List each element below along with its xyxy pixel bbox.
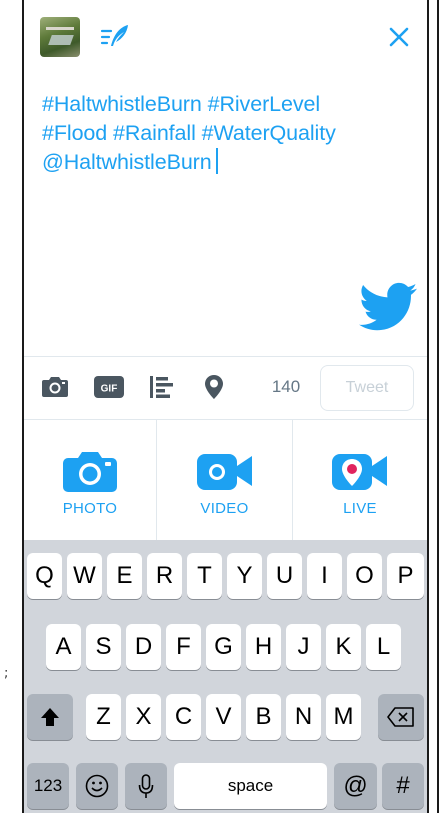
close-icon[interactable] [388,26,410,48]
dictation-key[interactable] [125,763,167,809]
tweet-button[interactable]: Tweet [320,365,414,411]
tweet-line-3: @HaltwhistleBurn [42,150,212,174]
emoji-key[interactable] [76,763,118,809]
media-options: PHOTO VIDEO LIVE [24,420,427,540]
key-n[interactable]: N [286,694,321,740]
frame-edge [437,0,439,813]
at-key[interactable]: @ [334,763,377,809]
microphone-icon [138,774,154,798]
key-q[interactable]: Q [27,553,62,599]
emoji-icon [85,774,109,798]
tweet-line-2: #Flood #Rainfall #WaterQuality [42,121,336,145]
key-k[interactable]: K [326,624,361,670]
key-o[interactable]: O [347,553,382,599]
key-v[interactable]: V [206,694,241,740]
key-t[interactable]: T [187,553,222,599]
shift-arrow-icon [41,708,59,726]
hash-key[interactable]: # [382,763,424,809]
tweet-line-1: #HaltwhistleBurn #RiverLevel [42,92,321,116]
live-broadcast-icon [332,454,387,490]
key-x[interactable]: X [126,694,161,740]
key-a[interactable]: A [46,624,81,670]
key-c[interactable]: C [166,694,201,740]
key-e[interactable]: E [107,553,142,599]
video-label: VIDEO [200,500,249,517]
compose-screen: #HaltwhistleBurn #RiverLevel #Flood #Rai… [22,0,429,813]
live-option[interactable]: LIVE [293,420,427,540]
svg-text:GIF: GIF [101,384,118,395]
key-p[interactable]: P [387,553,424,599]
shift-key[interactable] [27,694,73,740]
key-f[interactable]: F [166,624,201,670]
keyboard: Q W E R T Y U I O P A S D F G H J K L Z … [24,540,427,813]
key-u[interactable]: U [267,553,302,599]
key-m[interactable]: M [326,694,361,740]
avatar[interactable] [40,17,80,57]
gif-icon[interactable]: GIF [94,376,124,398]
text-caret [215,148,218,174]
key-w[interactable]: W [67,553,102,599]
key-i[interactable]: I [307,553,342,599]
compose-toolbar: GIF 140 Tweet [24,356,427,420]
tweet-text-input[interactable]: #HaltwhistleBurn #RiverLevel #Flood #Rai… [42,90,412,177]
video-option[interactable]: VIDEO [157,420,293,540]
photo-option[interactable]: PHOTO [24,420,157,540]
key-l[interactable]: L [366,624,401,670]
key-d[interactable]: D [126,624,161,670]
twitter-bird-icon [359,282,417,331]
numbers-key[interactable]: 123 [27,763,69,809]
edge-mark: ; [4,666,9,681]
backspace-key[interactable] [378,694,424,740]
photo-label: PHOTO [62,500,118,517]
key-s[interactable]: S [86,624,121,670]
key-r[interactable]: R [147,553,182,599]
key-g[interactable]: G [206,624,241,670]
video-camera-icon [196,454,252,490]
location-pin-icon[interactable] [205,375,223,399]
key-y[interactable]: Y [227,553,262,599]
space-key[interactable]: space [174,763,327,809]
photo-camera-icon [63,452,117,492]
backspace-icon [387,707,414,727]
camera-icon[interactable] [41,375,69,399]
key-b[interactable]: B [246,694,281,740]
compose-header [24,0,427,80]
live-label: LIVE [343,500,377,517]
key-j[interactable]: J [286,624,321,670]
key-h[interactable]: H [246,624,281,670]
character-counter: 140 [271,377,301,396]
key-z[interactable]: Z [86,694,121,740]
drafts-icon[interactable] [100,22,132,52]
poll-icon[interactable] [150,376,174,398]
